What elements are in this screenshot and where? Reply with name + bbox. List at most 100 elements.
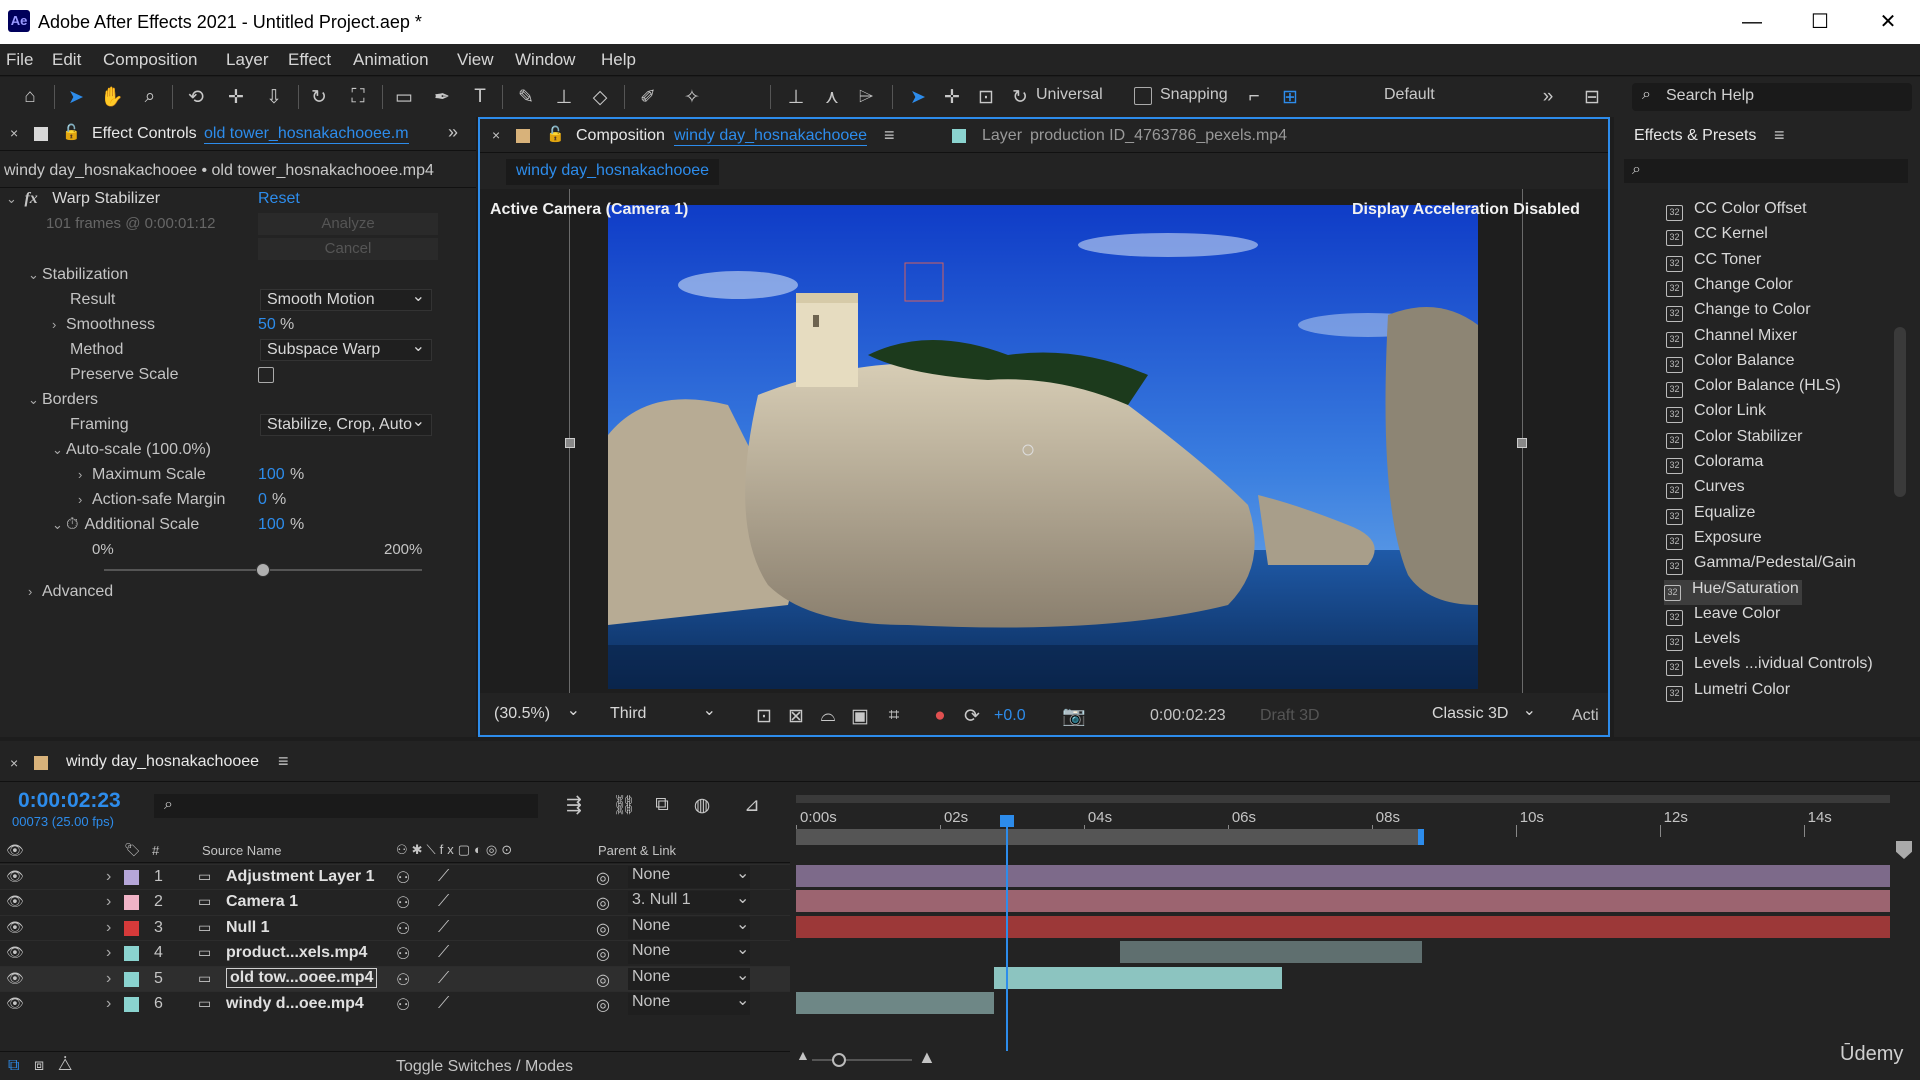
transparency-grid-icon[interactable]: ⊠ [782, 702, 810, 730]
panel-menu-icon[interactable]: ≡ [884, 125, 895, 146]
shy-switch-icon[interactable]: ⚇ [396, 919, 410, 939]
rectangle-tool-icon[interactable]: ▭ [390, 83, 418, 111]
puppet-tool-icon[interactable]: ✧ [678, 83, 706, 111]
menu-window[interactable]: Window [515, 50, 575, 70]
layer-row[interactable]: 👁 › 1 ▭ Adjustment Layer 1 ⚇ ⟋ ◎ None ⌄ [0, 864, 790, 889]
method-dropdown[interactable]: Subspace Warp [260, 336, 432, 361]
parent-pickwhip-icon[interactable]: ◎ [596, 919, 610, 939]
resolution-dropdown[interactable]: Third [604, 700, 722, 726]
pan-tool-icon[interactable]: ✛ [222, 83, 250, 111]
mask-visibility-icon[interactable]: ⌓ [814, 702, 842, 730]
panel-menu-icon[interactable]: ≡ [1774, 125, 1785, 146]
zoom-dropdown[interactable]: (30.5%) [488, 700, 586, 726]
effect-item[interactable]: 32 Color Stabilizer [1666, 428, 1805, 453]
maximize-button[interactable]: ☐ [1794, 6, 1846, 38]
panel-menu-icon[interactable]: ≡ [278, 751, 289, 772]
close-tab-icon[interactable]: × [492, 127, 500, 143]
auto-scale-group[interactable]: ⌄ Auto-scale (100.0%) [52, 441, 211, 466]
zoom-out-icon[interactable]: ▲ [796, 1047, 810, 1063]
layer-duration-bar[interactable] [796, 865, 1890, 887]
type-tool-icon[interactable]: T [466, 83, 494, 111]
effect-item[interactable]: 32 Color Balance [1666, 352, 1798, 377]
selection-tool-icon[interactable]: ➤ [62, 83, 90, 111]
quality-switch-icon[interactable]: ⟋ [438, 919, 449, 937]
chevron-right-icon[interactable]: › [106, 919, 111, 937]
layer-name[interactable]: Adjustment Layer 1 [226, 868, 374, 886]
eye-icon[interactable]: 👁 [6, 995, 24, 1012]
region-of-interest-icon[interactable]: ▣ [846, 702, 874, 730]
shy-switch-icon[interactable]: ⚇ [396, 995, 410, 1015]
workspace-overflow-icon[interactable]: » [1534, 83, 1562, 111]
menu-edit[interactable]: Edit [52, 50, 81, 70]
effect-item[interactable]: 32 Lumetri Color [1666, 681, 1793, 706]
effects-scrollbar[interactable] [1894, 327, 1906, 497]
timeline-timecode[interactable]: 0:00:02:23 [18, 789, 121, 813]
eye-icon[interactable]: 👁 [6, 970, 24, 987]
graph-editor-icon[interactable]: ⊿ [738, 791, 766, 819]
effect-item[interactable]: 32 Hue/Saturation [1664, 579, 1802, 605]
eye-icon[interactable]: 👁 [6, 919, 24, 936]
menu-file[interactable]: File [6, 50, 33, 70]
frame-blending-icon[interactable]: ◍ [688, 791, 716, 819]
layer-label-color[interactable] [124, 920, 139, 936]
eraser-tool-icon[interactable]: ◇ [586, 83, 614, 111]
column-source-name[interactable]: Source Name [202, 843, 281, 858]
maximum-scale-row[interactable]: › Maximum Scale [78, 466, 206, 491]
effect-item[interactable]: 32 Color Link [1666, 402, 1769, 427]
effect-item[interactable]: 32 Channel Mixer [1666, 327, 1800, 352]
analyze-button[interactable]: Analyze [258, 213, 438, 235]
3d-scale-icon[interactable]: ⊡ [972, 83, 1000, 111]
effect-item[interactable]: 32 CC Kernel [1666, 225, 1771, 250]
playhead[interactable] [1000, 815, 1015, 1051]
camera-handle-left[interactable] [565, 438, 575, 448]
parent-dropdown[interactable]: None [628, 866, 750, 888]
effect-item[interactable]: 32 Exposure [1666, 529, 1765, 554]
roto-brush-tool-icon[interactable]: ✐ [634, 83, 662, 111]
time-navigator[interactable] [796, 795, 1890, 803]
layer-row[interactable]: 👁 › 6 ▭ windy d...oee.mp4 ⚇ ⟋ ◎ None ⌄ [0, 991, 790, 1016]
3d-select-icon[interactable]: ➤ [904, 83, 932, 111]
smoothness-row[interactable]: › Smoothness [52, 316, 155, 341]
color-channels-icon[interactable]: ● [926, 702, 954, 730]
layer-name[interactable]: Camera 1 [226, 893, 298, 911]
composition-viewer[interactable]: Active Camera (Camera 1) Display Acceler… [480, 189, 1608, 693]
parent-pickwhip-icon[interactable]: ◎ [596, 893, 610, 913]
viewer-timecode[interactable]: 0:00:02:23 [1150, 707, 1226, 725]
menu-layer[interactable]: Layer [226, 50, 269, 70]
additional-scale-value[interactable]: 100 [258, 516, 285, 534]
draft-3d-toggle[interactable]: Draft 3D [1260, 707, 1320, 725]
playhead-handle[interactable] [1000, 815, 1015, 827]
parent-dropdown[interactable]: None [628, 967, 750, 990]
preserve-scale-checkbox[interactable] [258, 367, 274, 383]
parent-dropdown[interactable]: None [628, 916, 750, 939]
zoom-slider-knob[interactable] [832, 1053, 846, 1067]
timeline-comp-tab[interactable]: windy day_hosnakachooee [66, 753, 259, 771]
parent-dropdown[interactable]: None [628, 942, 750, 965]
orbit-tool-icon[interactable]: ⟲ [182, 83, 210, 111]
reset-exposure-icon[interactable]: ⟳ [958, 702, 986, 730]
layer-label-color[interactable] [124, 971, 139, 987]
minimize-button[interactable]: — [1726, 6, 1778, 38]
eye-icon[interactable]: 👁 [6, 868, 24, 885]
shy-switch-icon[interactable]: ⚇ [396, 970, 410, 990]
parent-pickwhip-icon[interactable]: ◎ [596, 970, 610, 990]
menu-view[interactable]: View [457, 50, 494, 70]
layer-name[interactable]: Null 1 [226, 919, 270, 937]
effect-item[interactable]: 32 Levels ...ividual Controls) [1666, 655, 1876, 680]
layer-row[interactable]: 👁 › 3 ▭ Null 1 ⚇ ⟋ ◎ None ⌄ [0, 914, 790, 940]
effect-item[interactable]: 32 Change to Color [1666, 301, 1814, 326]
shy-switch-icon[interactable]: ⚇ [396, 893, 410, 913]
effect-item[interactable]: 32 Curves [1666, 478, 1748, 503]
in-out-icon[interactable]: ⧊ [58, 1057, 72, 1075]
framing-dropdown[interactable]: Stabilize, Crop, Auto [260, 414, 432, 436]
zoom-in-icon[interactable]: ▲ [918, 1047, 936, 1068]
borders-group[interactable]: ⌄ Borders [28, 391, 98, 416]
chevron-right-icon[interactable]: › [106, 995, 111, 1013]
layer-label-color[interactable] [124, 997, 139, 1012]
snap-features-icon[interactable]: ⊞ [1276, 83, 1304, 111]
lock-icon[interactable]: 🔓 [546, 125, 565, 143]
work-area-bar[interactable] [796, 829, 1424, 845]
quality-switch-icon[interactable]: ⟋ [438, 970, 449, 988]
menu-composition[interactable]: Composition [103, 50, 198, 70]
quality-switch-icon[interactable]: ⟋ [438, 868, 449, 886]
